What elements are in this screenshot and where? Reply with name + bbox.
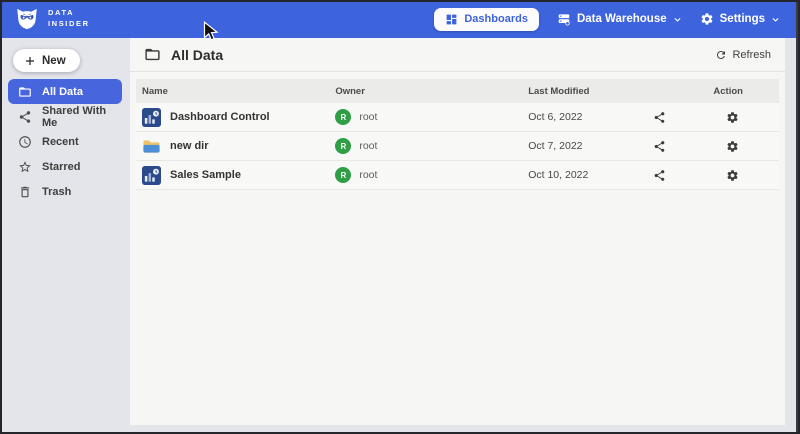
owner-name: root (359, 111, 377, 123)
table-row[interactable]: new dir R root Oct 7, 2022 (136, 132, 779, 161)
sidebar-item-label: Shared With Me (42, 105, 122, 129)
app-window: DATA INSIDER Dashboards (0, 0, 800, 434)
sidebar-item-trash[interactable]: Trash (8, 179, 122, 204)
folder-icon (144, 46, 161, 63)
folder-tile-icon (142, 137, 161, 156)
folder-icon (18, 85, 32, 99)
column-header-last-modified: Last Modified (528, 86, 650, 97)
file-name: new dir (170, 140, 209, 152)
dashboards-label: Dashboards (464, 13, 528, 25)
owl-logo-icon (14, 6, 40, 32)
star-icon (18, 160, 32, 174)
owner-avatar: R (335, 138, 351, 154)
sidebar-items: All Data Shared With Me Recent Starred (0, 79, 130, 204)
gear-icon[interactable] (726, 111, 739, 124)
share-icon[interactable] (653, 140, 666, 153)
settings-label: Settings (720, 13, 765, 25)
sidebar-item-label: All Data (42, 86, 83, 98)
brand-logo: DATA INSIDER (14, 6, 90, 32)
share-icon (18, 110, 32, 124)
data-warehouse-menu[interactable]: Data Warehouse (557, 12, 682, 26)
refresh-label: Refresh (732, 49, 771, 61)
dashboards-button[interactable]: Dashboards (434, 8, 539, 31)
last-modified-date: Oct 10, 2022 (528, 169, 650, 181)
content-header: All Data Refresh (130, 38, 785, 72)
data-warehouse-label: Data Warehouse (577, 13, 667, 25)
chevron-down-icon (673, 15, 682, 24)
new-button-label: New (42, 55, 66, 67)
files-table: Name Owner Last Modified Action (136, 79, 779, 190)
share-icon[interactable] (653, 169, 666, 182)
settings-menu[interactable]: Settings (700, 12, 780, 26)
refresh-icon (715, 49, 727, 61)
sidebar-item-label: Recent (42, 136, 79, 148)
last-modified-date: Oct 6, 2022 (528, 111, 650, 123)
clock-icon (18, 135, 32, 149)
owner-name: root (359, 140, 377, 152)
file-name: Sales Sample (170, 169, 241, 181)
trash-icon (18, 185, 32, 199)
share-icon[interactable] (653, 111, 666, 124)
last-modified-date: Oct 7, 2022 (528, 140, 650, 152)
chevron-down-icon (771, 15, 780, 24)
table-header-row: Name Owner Last Modified Action (136, 79, 779, 103)
sidebar-item-starred[interactable]: Starred (8, 154, 122, 179)
sidebar-item-shared-with-me[interactable]: Shared With Me (8, 104, 122, 129)
brand-name: DATA INSIDER (48, 8, 90, 30)
gear-icon[interactable] (726, 140, 739, 153)
owner-avatar: R (335, 109, 351, 125)
new-button[interactable]: New (13, 49, 80, 72)
dashboard-tile-icon (142, 108, 161, 127)
database-icon (557, 12, 571, 26)
column-header-owner: Owner (335, 86, 528, 97)
plus-icon (24, 55, 36, 67)
column-header-name: Name (136, 86, 335, 97)
refresh-button[interactable]: Refresh (715, 49, 771, 61)
owner-name: root (359, 169, 377, 181)
column-header-action: Action (650, 86, 779, 97)
topbar-actions: Dashboards Data Warehouse (434, 8, 780, 31)
sidebar-item-label: Trash (42, 186, 71, 198)
sidebar-item-recent[interactable]: Recent (8, 129, 122, 154)
sidebar: New All Data Shared With Me Recent (0, 38, 130, 434)
top-navigation-bar: DATA INSIDER Dashboards (0, 0, 800, 38)
main-content: All Data Refresh Name Owner Last Modifie… (130, 38, 785, 425)
table-row[interactable]: Sales Sample R root Oct 10, 2022 (136, 161, 779, 190)
owner-avatar: R (335, 167, 351, 183)
gear-icon (700, 12, 714, 26)
dashboard-tile-icon (142, 166, 161, 185)
sidebar-item-all-data[interactable]: All Data (8, 79, 122, 104)
table-row[interactable]: Dashboard Control R root Oct 6, 2022 (136, 103, 779, 132)
gear-icon[interactable] (726, 169, 739, 182)
file-name: Dashboard Control (170, 111, 270, 123)
sidebar-item-label: Starred (42, 161, 81, 173)
dashboard-grid-icon (445, 13, 458, 26)
page-title: All Data (171, 47, 223, 63)
